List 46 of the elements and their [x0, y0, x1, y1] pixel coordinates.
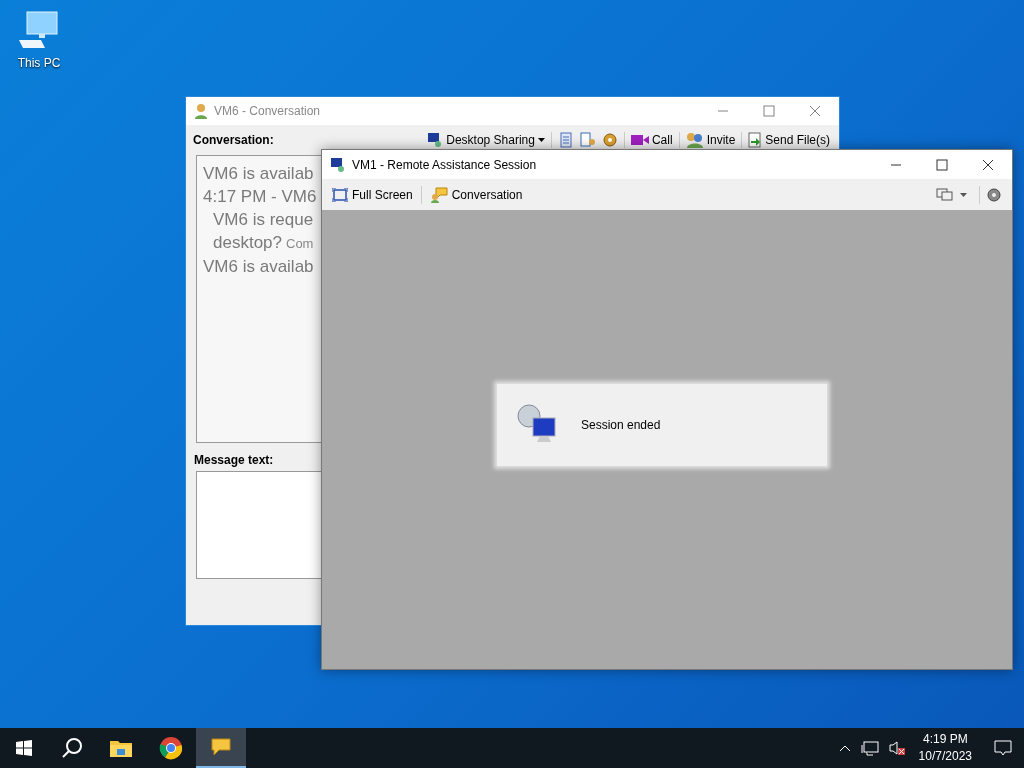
message-text: VM6 is availab — [203, 256, 314, 278]
expand-icon — [332, 187, 348, 202]
gear-icon[interactable] — [986, 186, 1002, 203]
message-input-field[interactable] — [196, 471, 321, 579]
video-camera-icon — [630, 134, 649, 146]
folder-icon — [109, 738, 133, 758]
clock-time[interactable]: 4:19 PM — [922, 731, 968, 748]
muted-speaker-icon[interactable] — [888, 740, 905, 756]
browser-icon — [159, 736, 183, 760]
chat-person-icon — [429, 186, 448, 203]
start-icon[interactable] — [16, 740, 32, 756]
invite-button[interactable]: Invite — [685, 131, 736, 149]
monitors-icon[interactable] — [936, 187, 954, 202]
clock-date[interactable]: 10/7/2023 — [918, 748, 972, 765]
caret-icon[interactable] — [960, 192, 967, 197]
session-status-text: Session ended — [581, 417, 661, 434]
close-icon[interactable] — [982, 158, 994, 171]
window-title: VM1 - Remote Assistance Session — [352, 156, 537, 174]
monitor-icon — [427, 132, 444, 148]
full-screen-button[interactable]: Full Screen — [332, 185, 413, 204]
caret-icon — [537, 138, 545, 142]
taskbar-app[interactable] — [196, 728, 246, 768]
monitor-icon — [330, 156, 346, 173]
notification-icon[interactable] — [994, 739, 1012, 757]
person-icon — [194, 103, 208, 119]
message-text: VM6 is availab — [203, 163, 314, 185]
call-button[interactable]: Call — [630, 131, 673, 149]
notes-icon[interactable] — [557, 132, 574, 148]
window-title: VM6 - Conversation — [214, 103, 321, 120]
desktop-sharing-dropdown[interactable]: Desktop Sharing — [427, 131, 545, 149]
network-icon[interactable] — [860, 740, 879, 756]
message-text: VM6 is reque — [213, 209, 314, 231]
section-label: Conversation: — [193, 132, 274, 149]
maximize-icon[interactable] — [936, 158, 948, 171]
conversation-button[interactable]: Conversation — [429, 185, 523, 204]
section-label: Message text: — [194, 452, 275, 469]
message-text: desktop? — [213, 232, 282, 254]
people-icon — [685, 132, 704, 148]
icon-label[interactable]: This PC — [17, 54, 61, 72]
gear-icon[interactable] — [601, 132, 618, 148]
message-header: 4:17 PM - VM6 — [203, 186, 317, 208]
chevron-up-icon[interactable] — [838, 744, 851, 752]
search-icon[interactable] — [61, 737, 83, 759]
message-note: Com — [286, 235, 314, 253]
send-files-button[interactable]: Send File(s) — [748, 131, 832, 149]
info-person-icon[interactable] — [579, 132, 596, 148]
